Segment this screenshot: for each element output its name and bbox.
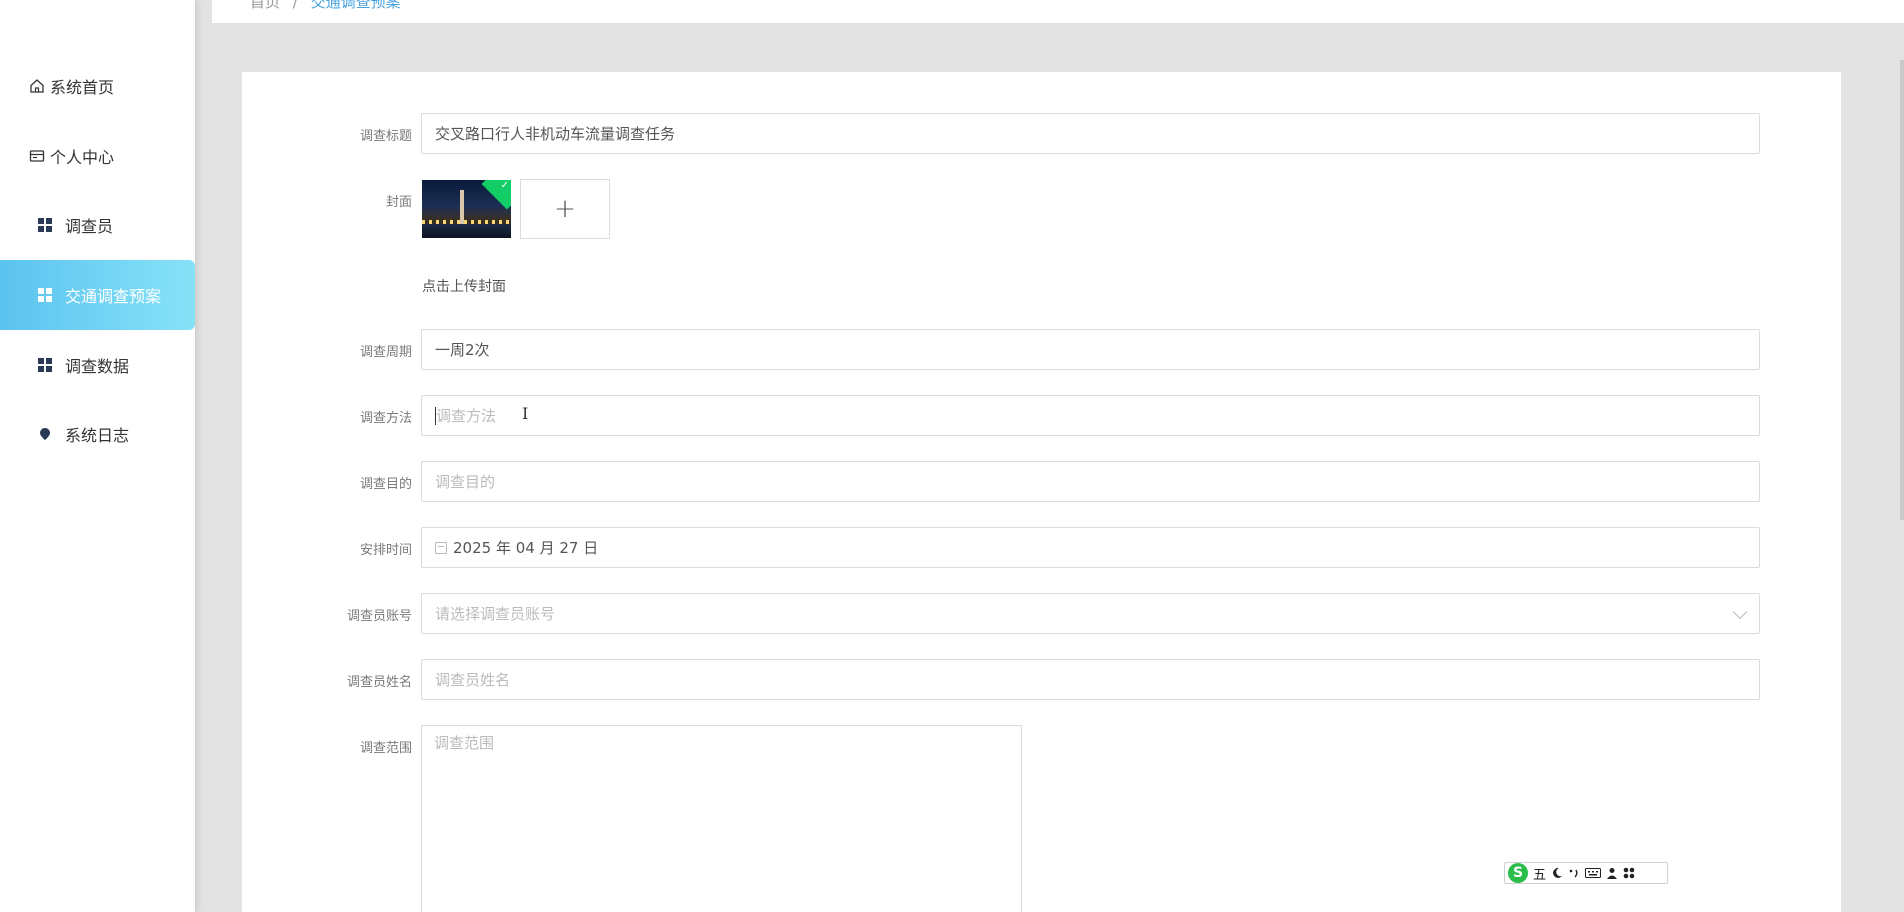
chevron-down-icon — [1732, 604, 1748, 620]
breadcrumb-home[interactable]: 首页 — [250, 0, 280, 11]
investigator-name-input[interactable]: 调查员姓名 — [421, 659, 1760, 700]
grid-icon — [35, 285, 55, 305]
method-input[interactable]: 调查方法 I — [421, 395, 1760, 436]
punctuation-icon[interactable] — [1568, 867, 1580, 879]
cover-upload-button[interactable]: + — [520, 179, 610, 239]
card-icon — [27, 146, 47, 166]
sidebar-item-traffic-survey-plan[interactable]: 交通调查预案 — [0, 260, 195, 330]
apps-icon[interactable] — [1623, 867, 1635, 879]
purpose-placeholder: 调查目的 — [435, 473, 496, 491]
schedule-date-input[interactable]: 2025 年 04 月 27 日 — [421, 527, 1760, 568]
sidebar-item-label: 个人中心 — [50, 148, 115, 167]
user-icon[interactable] — [1606, 867, 1618, 879]
schedule-label: 安排时间 — [359, 543, 412, 558]
title-label: 调查标题 — [359, 129, 412, 144]
sidebar-item-system-log[interactable]: 系统日志 — [0, 399, 195, 469]
scope-placeholder: 调查范围 — [434, 734, 495, 752]
title-input[interactable]: 交叉路口行人非机动车流量调查任务 — [421, 113, 1760, 154]
investigator-account-label: 调查员账号 — [346, 609, 412, 624]
sidebar-item-home[interactable]: 系统首页 — [0, 51, 195, 121]
cover-image-tower — [460, 190, 464, 224]
investigator-account-select[interactable]: 请选择调查员账号 — [421, 593, 1760, 634]
cover-label: 封面 — [385, 195, 412, 210]
purpose-label: 调查目的 — [359, 477, 412, 492]
sidebar-item-label: 调查员 — [65, 217, 114, 236]
sidebar-item-label: 系统日志 — [65, 426, 130, 445]
breadcrumb-current: 交通调查预案 — [310, 0, 401, 11]
home-icon — [27, 76, 47, 96]
period-value: 一周2次 — [435, 341, 490, 359]
scope-label: 调查范围 — [359, 741, 412, 756]
sidebar-item-label: 调查数据 — [65, 357, 130, 376]
ibeam-cursor-icon: I — [522, 404, 529, 423]
method-label: 调查方法 — [359, 411, 412, 426]
topbar: 首页 / 交通调查预案 — [212, 0, 1904, 23]
calendar-icon — [435, 541, 447, 554]
purpose-input[interactable]: 调查目的 — [421, 461, 1760, 502]
page-scrollbar[interactable] — [1900, 60, 1904, 520]
ime-mode-indicator[interactable]: 五 — [1533, 864, 1546, 883]
sidebar-item-profile[interactable]: 个人中心 — [0, 121, 195, 191]
grid-icon — [35, 355, 55, 375]
breadcrumb: 首页 / 交通调查预案 — [250, 0, 401, 12]
sidebar-item-label: 交通调查预案 — [65, 287, 162, 306]
breadcrumb-separator: / — [292, 0, 298, 11]
cover-upload-hint: 点击上传封面 — [422, 279, 506, 295]
sidebar-item-survey-data[interactable]: 调查数据 — [0, 330, 195, 400]
plus-icon: + — [554, 194, 576, 224]
investigator-name-label: 调查员姓名 — [346, 675, 412, 690]
period-input[interactable]: 一周2次 — [421, 329, 1760, 370]
cover-thumbnail[interactable]: ✓ — [422, 180, 511, 238]
method-placeholder: 调查方法 — [436, 407, 497, 425]
grid-icon — [35, 215, 55, 235]
moon-icon[interactable] — [1551, 867, 1563, 879]
sidebar: 系统首页 个人中心 调查员 交通调查预案 调查数据 系统日志 — [0, 0, 195, 912]
pin-icon — [35, 424, 55, 444]
period-label: 调查周期 — [359, 345, 412, 360]
schedule-value: 2025 年 04 月 27 日 — [453, 539, 599, 557]
sidebar-item-label: 系统首页 — [50, 78, 115, 97]
title-value: 交叉路口行人非机动车流量调查任务 — [435, 125, 676, 143]
check-icon: ✓ — [500, 180, 509, 191]
keyboard-icon[interactable] — [1585, 867, 1602, 879]
cover-image-water — [422, 224, 511, 238]
sidebar-item-investigator[interactable]: 调查员 — [0, 190, 195, 260]
ime-logo-icon[interactable]: S — [1508, 863, 1528, 883]
investigator-account-placeholder: 请选择调查员账号 — [435, 605, 556, 623]
scope-textarea[interactable]: 调查范围 — [421, 725, 1022, 912]
ime-toolbar: S 五 — [1504, 862, 1668, 884]
investigator-name-placeholder: 调查员姓名 — [435, 671, 511, 689]
